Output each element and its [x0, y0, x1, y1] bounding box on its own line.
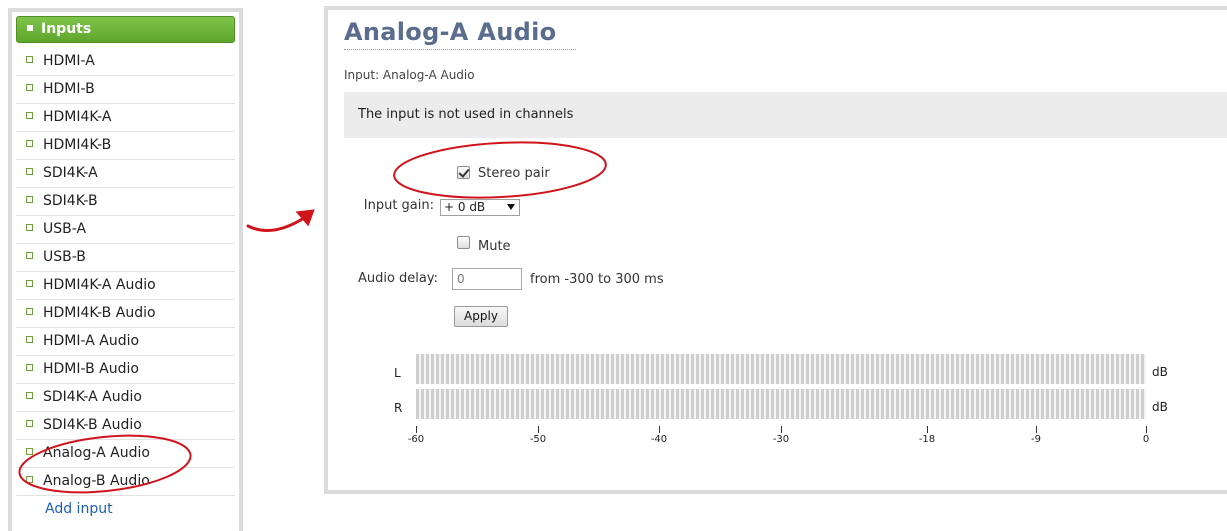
bullet-icon [26, 84, 33, 91]
sidebar-item-label: SDI4K-B [43, 193, 98, 209]
info-banner: The input is not used in channels [344, 92, 1227, 138]
bullet-icon [26, 56, 33, 63]
bullet-icon [26, 336, 33, 343]
sidebar-item-label: Analog-B Audio [43, 473, 150, 489]
page-title: Analog-A Audio [344, 18, 557, 46]
sidebar-item-label: Analog-A Audio [43, 445, 150, 461]
apply-button[interactable]: Apply [454, 306, 508, 327]
sidebar-item-sdi4k-a-audio[interactable]: SDI4K-A Audio [16, 384, 235, 412]
meter-tick [538, 426, 539, 433]
add-input-link[interactable]: Add input [16, 496, 235, 524]
bullet-icon [26, 196, 33, 203]
bullet-icon [26, 364, 33, 371]
bullet-icon [26, 112, 33, 119]
sidebar-item-usb-a[interactable]: USB-A [16, 216, 235, 244]
meter-tick-label: -18 [918, 434, 936, 445]
sidebar-item-label: SDI4K-A [43, 165, 98, 181]
meter-tick [1146, 426, 1147, 433]
audio-delay-input[interactable]: 0 [452, 268, 522, 290]
sidebar-item-analog-a-audio[interactable]: Analog-A Audio [16, 440, 235, 468]
sidebar-item-label: SDI4K-A Audio [43, 389, 142, 405]
input-gain-value: + 0 dB [444, 200, 486, 214]
sidebar: Inputs HDMI-A HDMI-B HDMI4K-A HDMI4K-B S… [8, 8, 243, 531]
sidebar-item-analog-b-audio[interactable]: Analog-B Audio [16, 468, 235, 496]
meter-tick [416, 426, 417, 433]
sidebar-item-label: HDMI-B [43, 81, 95, 97]
sidebar-item-label: SDI4K-B Audio [43, 417, 142, 433]
meter-channel-right-label: R [394, 401, 403, 415]
curved-arrow-icon [246, 209, 315, 232]
meter-tick [927, 426, 928, 433]
sidebar-item-label: HDMI-B Audio [43, 361, 139, 377]
bullet-icon [26, 476, 33, 483]
meter-tick [1036, 426, 1037, 433]
sidebar-item-sdi4k-b[interactable]: SDI4K-B [16, 188, 235, 216]
sidebar-item-label: HDMI4K-B Audio [43, 305, 156, 321]
meter-tick-label: 0 [1142, 434, 1150, 445]
sidebar-item-label: HDMI4K-A [43, 109, 112, 125]
sidebar-item-label: HDMI4K-B [43, 137, 112, 153]
stereo-pair-checkbox[interactable] [457, 166, 470, 179]
audio-delay-label: Audio delay: [357, 271, 438, 286]
meter-tick-label: -60 [407, 434, 425, 445]
bullet-icon [26, 392, 33, 399]
meter-tick [781, 426, 782, 433]
sidebar-item-hdmi4k-b-audio[interactable]: HDMI4K-B Audio [16, 300, 235, 328]
audio-delay-hint: from -300 to 300 ms [530, 272, 664, 287]
bullet-icon [26, 420, 33, 427]
meter-tick [659, 426, 660, 433]
title-underline [344, 49, 576, 50]
meter-tick-label: -40 [650, 434, 668, 445]
meter-bar-right [416, 389, 1146, 419]
sidebar-item-hdmi-b-audio[interactable]: HDMI-B Audio [16, 356, 235, 384]
meter-bar-left [416, 354, 1146, 384]
sidebar-item-usb-b[interactable]: USB-B [16, 244, 235, 272]
sidebar-item-sdi4k-a[interactable]: SDI4K-A [16, 160, 235, 188]
main-panel: Analog-A Audio Input: Analog-A Audio The… [324, 6, 1227, 494]
bullet-icon [27, 25, 33, 31]
meter-tick-label: -9 [1031, 434, 1041, 445]
meter-tick-label: -30 [772, 434, 790, 445]
sidebar-item-label: HDMI-A Audio [43, 333, 140, 349]
sidebar-item-label: USB-B [43, 249, 86, 265]
sidebar-header-inputs[interactable]: Inputs [16, 16, 235, 43]
mute-label: Mute [478, 239, 511, 254]
sidebar-item-hdmi-a-audio[interactable]: HDMI-A Audio [16, 328, 235, 356]
bullet-icon [26, 308, 33, 315]
sidebar-item-label: HDMI4K-A Audio [43, 277, 156, 293]
meter-unit-left: dB [1152, 365, 1168, 379]
sidebar-item-hdmi4k-a[interactable]: HDMI4K-A [16, 104, 235, 132]
meter-channel-left-label: L [394, 366, 401, 380]
stereo-pair-label: Stereo pair [478, 166, 550, 181]
sidebar-item-label: USB-A [43, 221, 87, 237]
bullet-icon [26, 224, 33, 231]
bullet-icon [26, 140, 33, 147]
mute-checkbox[interactable] [457, 236, 470, 249]
input-subtitle: Input: Analog-A Audio [344, 68, 475, 82]
sidebar-item-hdmi4k-b[interactable]: HDMI4K-B [16, 132, 235, 160]
sidebar-item-hdmi-b[interactable]: HDMI-B [16, 76, 235, 104]
sidebar-header-label: Inputs [41, 21, 92, 37]
input-gain-select[interactable]: + 0 dB [440, 199, 520, 216]
sidebar-list: HDMI-A HDMI-B HDMI4K-A HDMI4K-B SDI4K-A … [16, 48, 235, 524]
sidebar-item-sdi4k-b-audio[interactable]: SDI4K-B Audio [16, 412, 235, 440]
sidebar-item-label: HDMI-A [43, 53, 95, 69]
bullet-icon [26, 252, 33, 259]
bullet-icon [26, 168, 33, 175]
bullet-icon [26, 448, 33, 455]
bullet-icon [26, 280, 33, 287]
meter-unit-right: dB [1152, 400, 1168, 414]
sidebar-item-hdmi-a[interactable]: HDMI-A [16, 48, 235, 76]
sidebar-item-hdmi4k-a-audio[interactable]: HDMI4K-A Audio [16, 272, 235, 300]
meter-tick-label: -50 [529, 434, 547, 445]
input-gain-label: Input gain: [363, 198, 434, 213]
chevron-down-icon [507, 204, 515, 210]
